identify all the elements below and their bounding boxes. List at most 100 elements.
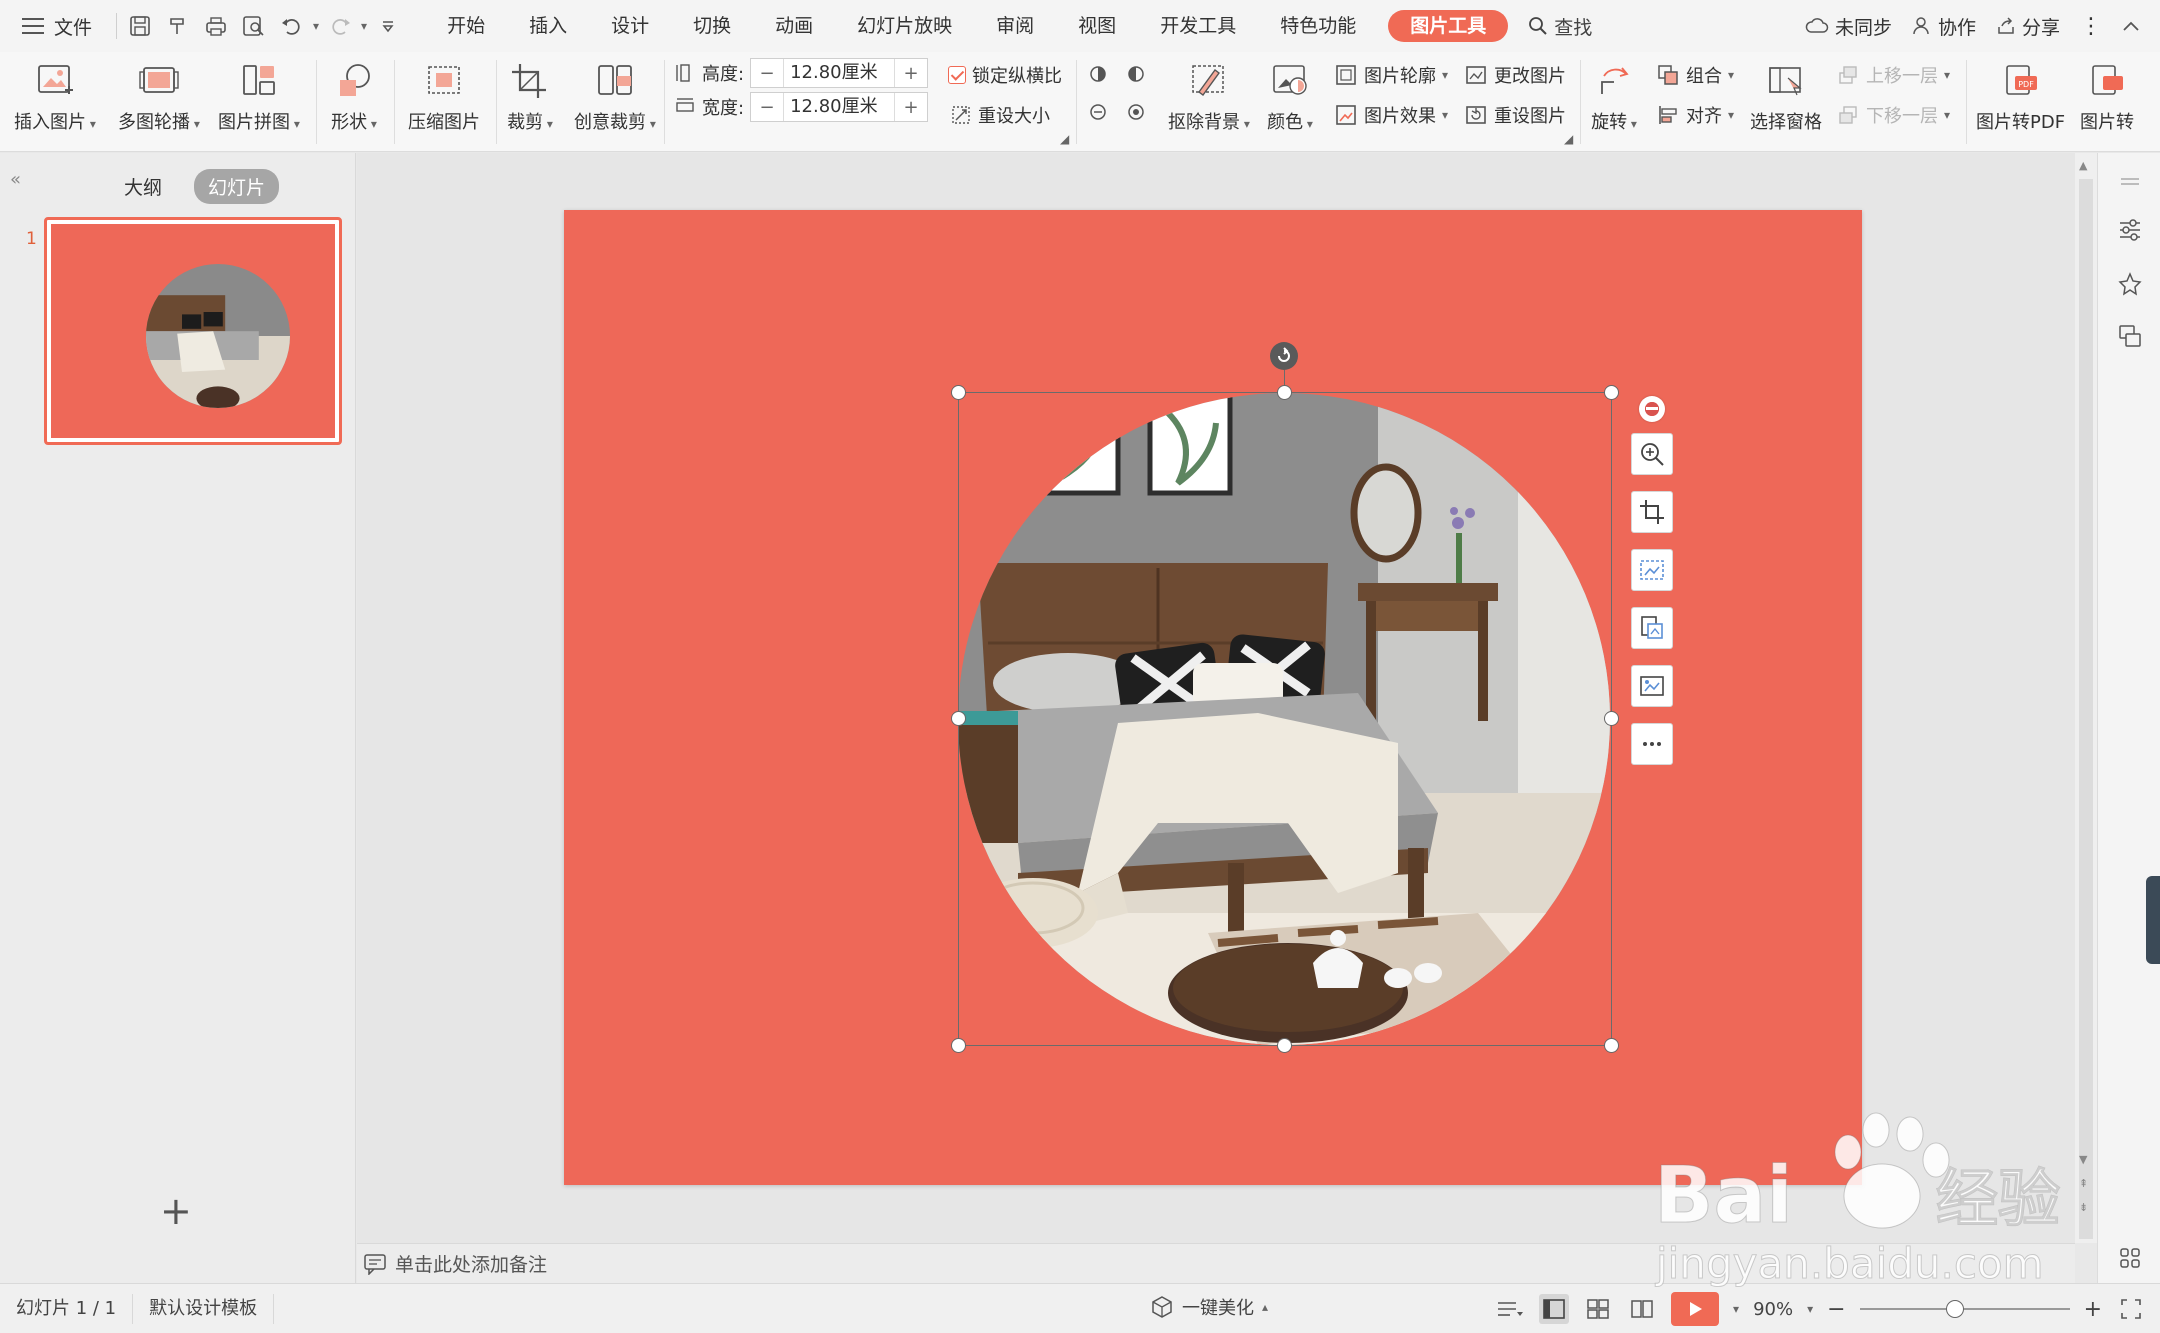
collapse-panel-icon[interactable]: « bbox=[10, 169, 21, 190]
picture-effect-button[interactable]: 图片效果 ▾ bbox=[1334, 102, 1448, 128]
brightness-increase-icon[interactable] bbox=[1086, 62, 1110, 86]
play-slideshow-button[interactable] bbox=[1671, 1292, 1720, 1326]
picture-outline-button[interactable]: 图片轮廓 ▾ bbox=[1334, 62, 1448, 88]
resize-handle-top[interactable] bbox=[1277, 385, 1292, 400]
picture-convert-button[interactable]: 图片转 bbox=[2080, 58, 2134, 134]
send-backward-button[interactable]: 下移一层 ▾ bbox=[1836, 102, 1950, 128]
zoom-in-icon[interactable]: + bbox=[2084, 1297, 2102, 1322]
zoom-out-icon[interactable]: − bbox=[1827, 1297, 1845, 1322]
float-more-button[interactable] bbox=[1631, 723, 1673, 765]
group-button[interactable]: 组合 ▾ bbox=[1656, 62, 1734, 88]
scrollbar-thumb[interactable] bbox=[2079, 179, 2093, 1239]
play-dropdown-icon[interactable]: ▾ bbox=[1733, 1302, 1739, 1316]
tab-slideshow[interactable]: 幻灯片放映 bbox=[835, 0, 974, 52]
more-options-icon[interactable]: ⋮ bbox=[2080, 14, 2102, 39]
tab-design[interactable]: 设计 bbox=[589, 0, 671, 52]
file-menu[interactable]: 文件 bbox=[0, 13, 110, 40]
align-button[interactable]: 对齐 ▾ bbox=[1656, 102, 1734, 128]
print-icon[interactable] bbox=[199, 9, 233, 43]
animation-star-icon[interactable] bbox=[2115, 269, 2145, 299]
save-icon[interactable] bbox=[123, 9, 157, 43]
scroll-up-icon[interactable]: ▲ bbox=[2079, 159, 2087, 172]
height-value[interactable]: 12.80厘米 bbox=[783, 59, 896, 87]
notes-toggle-icon[interactable] bbox=[1495, 1294, 1525, 1324]
size-dialog-launcher-icon[interactable]: ◢ bbox=[1060, 132, 1069, 146]
remove-background-button[interactable]: 抠除背景 ▾ bbox=[1168, 58, 1250, 134]
picture-collage-button[interactable]: 图片拼图 ▾ bbox=[218, 58, 300, 134]
contrast-decrease-icon[interactable] bbox=[1124, 100, 1148, 124]
lock-aspect-ratio-checkbox[interactable]: 锁定纵横比 bbox=[948, 62, 1062, 88]
zoom-dropdown-icon[interactable]: ▾ bbox=[1807, 1302, 1813, 1316]
resize-handle-bottom[interactable] bbox=[1277, 1038, 1292, 1053]
tab-review[interactable]: 审阅 bbox=[974, 0, 1056, 52]
normal-view-icon[interactable] bbox=[1539, 1294, 1570, 1324]
tab-developer[interactable]: 开发工具 bbox=[1138, 0, 1258, 52]
height-increment-button[interactable]: + bbox=[895, 63, 927, 84]
tab-picture-tools[interactable]: 图片工具 bbox=[1388, 10, 1509, 42]
expand-sidebar-icon[interactable] bbox=[2115, 167, 2145, 197]
resize-handle-top-left[interactable] bbox=[951, 385, 966, 400]
rotate-handle-icon[interactable] bbox=[1270, 342, 1298, 370]
customize-toolbar-icon[interactable] bbox=[371, 9, 405, 43]
redo-dropdown-icon[interactable]: ▾ bbox=[361, 19, 367, 33]
add-slide-button[interactable]: + bbox=[160, 1189, 192, 1233]
collapse-ribbon-icon[interactable] bbox=[2122, 20, 2140, 32]
zoom-slider-knob[interactable] bbox=[1945, 1300, 1964, 1318]
beautify-dropdown-icon[interactable]: ▴ bbox=[1262, 1300, 1268, 1314]
slide-thumbnail[interactable] bbox=[44, 217, 342, 445]
brightness-decrease-icon[interactable] bbox=[1086, 100, 1110, 124]
picture-dialog-launcher-icon[interactable]: ◢ bbox=[1564, 132, 1573, 146]
height-field[interactable]: − 12.80厘米 + bbox=[750, 58, 929, 88]
insert-picture-button[interactable]: 插入图片 ▾ bbox=[14, 58, 96, 134]
slide-sorter-view-icon[interactable] bbox=[1583, 1294, 1613, 1324]
vertical-scrollbar[interactable]: ▲ ▼ ⇞ ⇟ bbox=[2075, 153, 2097, 1243]
width-value[interactable]: 12.80厘米 bbox=[783, 93, 896, 121]
tab-view[interactable]: 视图 bbox=[1056, 0, 1138, 52]
float-crop-button[interactable] bbox=[1631, 491, 1673, 533]
tab-insert[interactable]: 插入 bbox=[507, 0, 589, 52]
reading-view-icon[interactable] bbox=[1627, 1294, 1657, 1324]
reset-picture-button[interactable]: 重设图片 bbox=[1464, 102, 1566, 128]
bring-forward-button[interactable]: 上移一层 ▾ bbox=[1836, 62, 1950, 88]
print-preview-icon[interactable] bbox=[237, 9, 271, 43]
search-box[interactable]: 查找 bbox=[1518, 13, 1602, 40]
previous-slide-icon[interactable]: ⇞ bbox=[2079, 1177, 2088, 1190]
width-decrement-button[interactable]: − bbox=[751, 97, 783, 118]
undo-dropdown-icon[interactable]: ▾ bbox=[313, 19, 319, 33]
grid-apps-icon[interactable] bbox=[2115, 1243, 2145, 1273]
tab-outline[interactable]: 大纲 bbox=[110, 169, 176, 204]
multi-picture-carousel-button[interactable]: 多图轮播 ▾ bbox=[118, 58, 200, 134]
selection-pane-button[interactable]: 选择窗格 bbox=[1750, 58, 1822, 134]
zoom-slider[interactable] bbox=[1859, 1300, 2070, 1318]
resize-handle-right[interactable] bbox=[1604, 711, 1619, 726]
sync-status-button[interactable]: 未同步 bbox=[1805, 13, 1892, 40]
fit-to-window-icon[interactable] bbox=[2116, 1294, 2146, 1324]
width-field[interactable]: − 12.80厘米 + bbox=[750, 92, 929, 122]
float-picture-convert-button[interactable] bbox=[1631, 607, 1673, 649]
resize-handle-left[interactable] bbox=[951, 711, 966, 726]
color-button[interactable]: 颜色 ▾ bbox=[1266, 58, 1314, 134]
floating-side-tab[interactable] bbox=[2146, 876, 2160, 964]
resize-handle-bottom-left[interactable] bbox=[951, 1038, 966, 1053]
tab-special-features[interactable]: 特色功能 bbox=[1258, 0, 1378, 52]
contrast-increase-icon[interactable] bbox=[1124, 62, 1148, 86]
next-slide-icon[interactable]: ⇟ bbox=[2079, 1201, 2088, 1214]
zoom-level[interactable]: 90% bbox=[1753, 1299, 1793, 1320]
tab-home[interactable]: 开始 bbox=[425, 0, 507, 52]
properties-icon[interactable] bbox=[2115, 215, 2145, 245]
height-decrement-button[interactable]: − bbox=[751, 63, 783, 84]
format-painter-icon[interactable] bbox=[161, 9, 195, 43]
resize-handle-top-right[interactable] bbox=[1604, 385, 1619, 400]
shape-button[interactable]: 形状 ▾ bbox=[330, 58, 378, 134]
creative-crop-button[interactable]: 创意裁剪 ▾ bbox=[574, 58, 656, 134]
rotate-button[interactable]: 旋转 ▾ bbox=[1590, 58, 1638, 134]
notes-bar[interactable]: 单击此处添加备注 bbox=[357, 1243, 2075, 1283]
redo-icon[interactable] bbox=[323, 9, 357, 43]
crop-button[interactable]: 裁剪 ▾ bbox=[506, 58, 554, 134]
resize-handle-bottom-right[interactable] bbox=[1604, 1038, 1619, 1053]
collaborate-button[interactable]: 协作 bbox=[1912, 13, 1976, 40]
one-click-beautify-button[interactable]: 一键美化 ▴ bbox=[1150, 1294, 1268, 1320]
tab-animations[interactable]: 动画 bbox=[753, 0, 835, 52]
reset-size-button[interactable]: 重设大小 bbox=[950, 102, 1050, 128]
change-picture-button[interactable]: 更改图片 bbox=[1464, 62, 1566, 88]
